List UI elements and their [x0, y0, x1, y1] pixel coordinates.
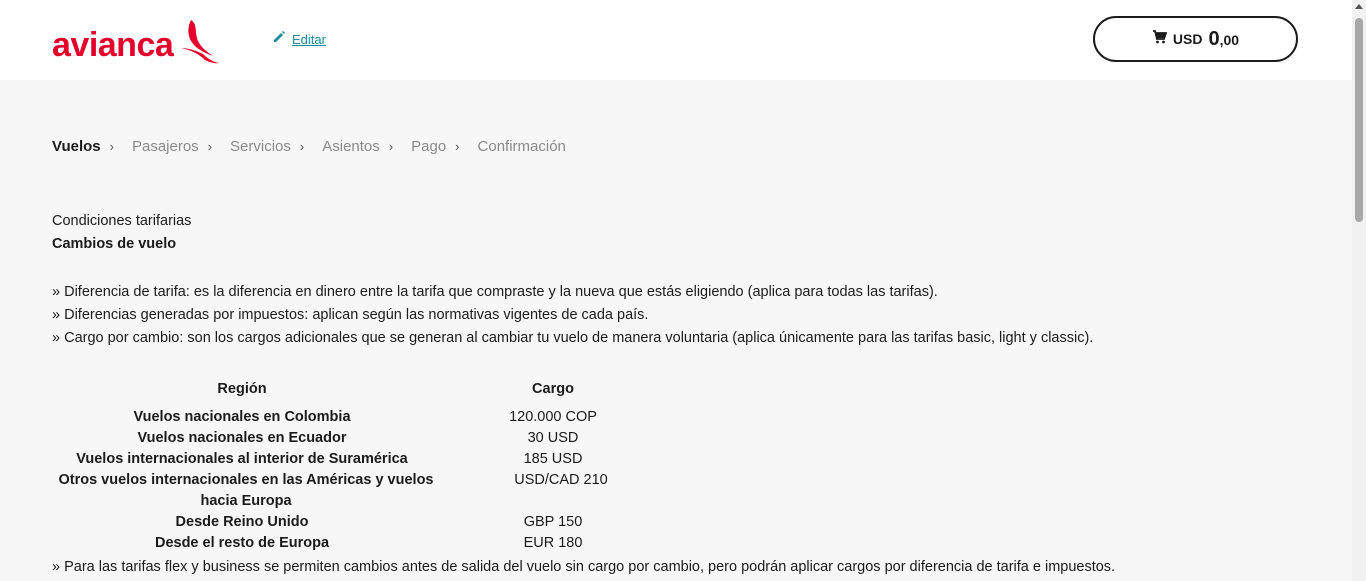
- table-row: Vuelos internacionales al interior de Su…: [52, 449, 682, 470]
- region-cell: Vuelos internacionales al interior de Su…: [76, 451, 408, 467]
- scroll-thumb[interactable]: [1355, 18, 1363, 222]
- cart-icon: [1152, 29, 1168, 49]
- edit-link[interactable]: Editar: [272, 30, 326, 49]
- table-header: Región Cargo: [52, 378, 682, 407]
- edit-label[interactable]: Editar: [292, 32, 326, 47]
- avianca-bird-icon: [177, 18, 221, 69]
- header-cargo: Cargo: [532, 381, 574, 397]
- cart-currency: USD: [1172, 31, 1203, 47]
- step-pasajeros[interactable]: Pasajeros: [132, 138, 199, 155]
- top-header: avianca Editar USD 0,00: [0, 0, 1352, 80]
- cargo-cell: GBP 150: [523, 514, 583, 530]
- region-cell: Otros vuelos internacionales en las Amér…: [58, 472, 434, 509]
- bullet-item: » Cargo por cambio: son los cargos adici…: [52, 330, 1094, 346]
- conditions-title: Condiciones tarifarias: [52, 213, 192, 229]
- step-confirmacion[interactable]: Confirmación: [478, 138, 566, 155]
- fees-table: Región Cargo Vuelos nacionales en Colomb…: [52, 378, 682, 554]
- scroll-up-arrow-icon[interactable]: [1355, 4, 1363, 9]
- region-cell: Vuelos nacionales en Ecuador: [137, 430, 347, 446]
- fare-conditions: Condiciones tarifarias Cambios de vuelo …: [52, 210, 1252, 350]
- cargo-cell: 30 USD: [527, 430, 579, 446]
- step-vuelos[interactable]: Vuelos: [52, 138, 101, 155]
- cargo-cell: 185 USD: [523, 451, 583, 467]
- chevron-right-icon: ›: [207, 139, 213, 154]
- region-cell: Vuelos nacionales en Colombia: [133, 409, 351, 425]
- table-row: Vuelos nacionales en Colombia 120.000 CO…: [52, 407, 682, 428]
- chevron-right-icon: ›: [455, 139, 460, 154]
- step-servicios[interactable]: Servicios: [230, 138, 291, 155]
- step-pago[interactable]: Pago: [411, 138, 446, 155]
- cart-amount-int: 0: [1208, 27, 1220, 50]
- chevron-right-icon: ›: [388, 139, 394, 154]
- region-cell: Desde Reino Unido: [175, 514, 309, 530]
- avianca-logo[interactable]: avianca: [52, 20, 221, 69]
- bullet-item: » Diferencias generadas por impuestos: a…: [52, 307, 649, 323]
- header-region: Región: [217, 381, 267, 397]
- bullet-item: » Diferencia de tarifa: es la diferencia…: [52, 284, 938, 300]
- cargo-cell: EUR 180: [523, 535, 583, 551]
- cart-amount: 0,00: [1208, 28, 1239, 51]
- cargo-cell: USD/CAD 210: [514, 472, 608, 488]
- logo-text: avianca: [52, 25, 174, 64]
- flex-business-note: » Para las tarifas flex y business se pe…: [52, 559, 1116, 575]
- vertical-scrollbar[interactable]: [1352, 0, 1366, 581]
- pencil-icon: [272, 30, 286, 49]
- conditions-bullets: » Diferencia de tarifa: es la diferencia…: [52, 281, 1252, 350]
- chevron-right-icon: ›: [109, 139, 114, 154]
- booking-steps: Vuelos › Pasajeros › Servicios › Asiento…: [52, 138, 566, 155]
- table-row: Desde Reino Unido GBP 150: [52, 512, 682, 533]
- cargo-cell: 120.000 COP: [509, 409, 597, 425]
- conditions-subtitle: Cambios de vuelo: [52, 236, 177, 252]
- chevron-right-icon: ›: [299, 139, 305, 154]
- step-asientos[interactable]: Asientos: [322, 138, 380, 155]
- region-cell: Desde el resto de Europa: [154, 535, 330, 551]
- table-row: Otros vuelos internacionales en las Amér…: [52, 470, 682, 512]
- cart-amount-dec: ,00: [1219, 31, 1240, 48]
- table-row: Desde el resto de Europa EUR 180: [52, 533, 682, 554]
- table-row: Vuelos nacionales en Ecuador 30 USD: [52, 428, 682, 449]
- cart-button[interactable]: USD 0,00: [1093, 16, 1298, 62]
